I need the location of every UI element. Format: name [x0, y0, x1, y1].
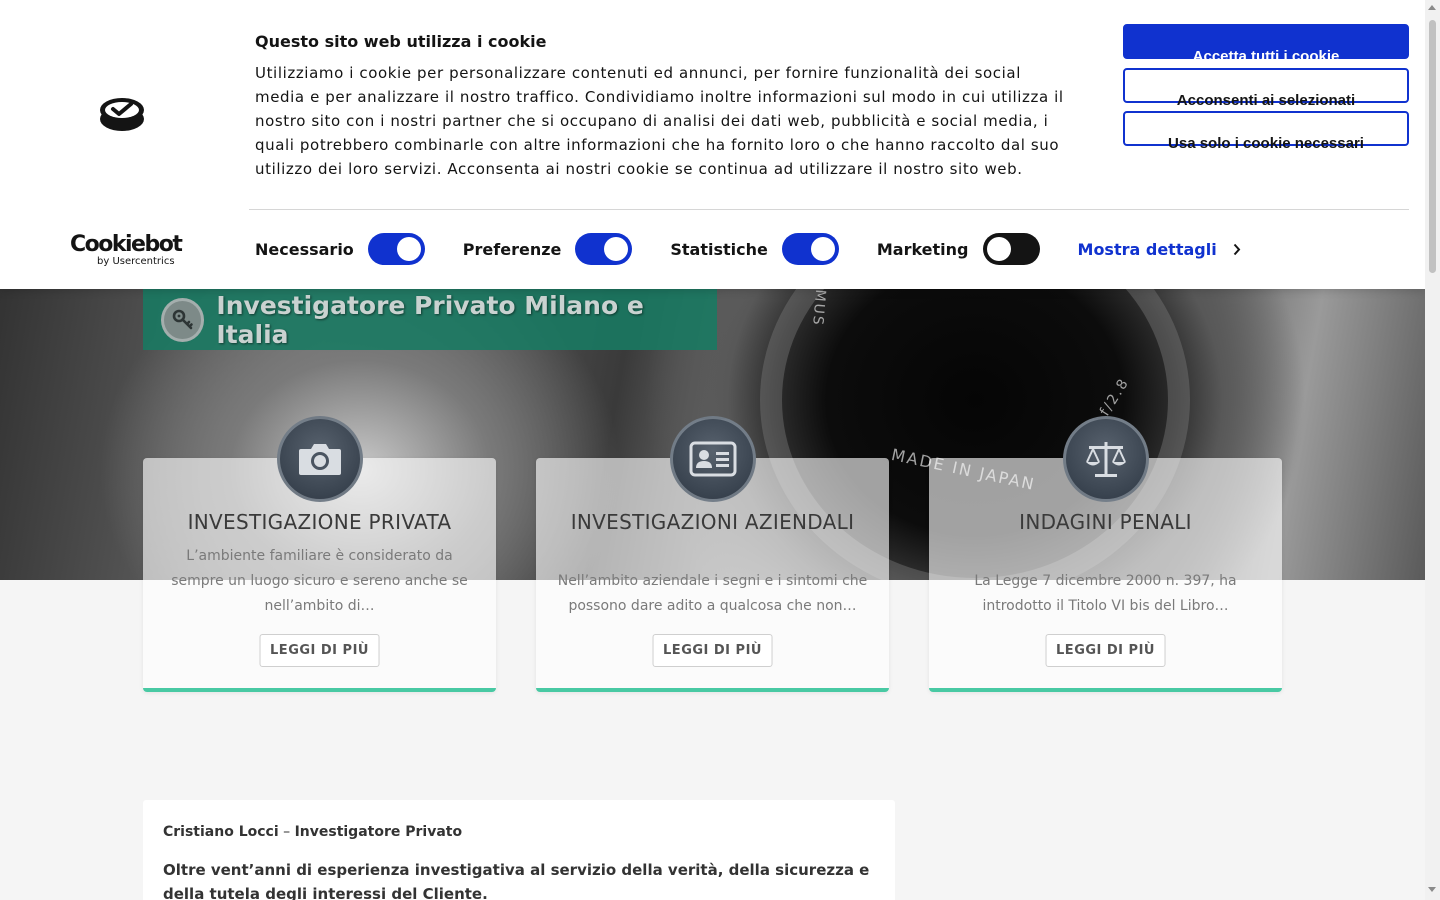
- cookie-description: Utilizziamo i cookie per personalizzare …: [255, 64, 1064, 178]
- toggle-label-preferenze: Preferenze: [462, 239, 562, 259]
- lens-engraving-brand: MUS: [809, 288, 829, 328]
- hero-title-banner: Investigatore Privato Milano e Italia: [143, 289, 717, 350]
- scales-icon: [1062, 416, 1149, 502]
- cookie-category-toggles: Necessario Preferenze Statistiche Market…: [255, 232, 1241, 266]
- author-role: Investigatore Privato: [294, 824, 463, 840]
- camera-icon: [276, 416, 363, 502]
- scroll-thumb[interactable]: [1429, 20, 1436, 273]
- necessary-only-button[interactable]: Usa solo i cookie necessari: [1123, 111, 1409, 152]
- toggle-marketing[interactable]: [982, 233, 1040, 265]
- button-label: Acconsenti ai selezionati: [1176, 92, 1356, 109]
- page-scrollbar[interactable]: [1425, 0, 1440, 900]
- divider: [249, 209, 1409, 210]
- toggle-label-statistiche: Statistiche: [670, 239, 768, 259]
- about-section: Cristiano Locci – Investigatore Privato …: [143, 800, 895, 900]
- chevron-right-icon: [1233, 243, 1241, 255]
- scroll-up-arrow-icon[interactable]: [1428, 5, 1436, 10]
- read-more-button[interactable]: LEGGI DI PIÙ: [259, 634, 380, 667]
- service-card-investigazioni-aziendali: INVESTIGAZIONI AZIENDALI Nell’ambito azi…: [536, 416, 889, 692]
- card-excerpt: L’ambiente familiare è considerato da se…: [171, 548, 468, 614]
- separator: –: [278, 824, 295, 840]
- read-more-button[interactable]: LEGGI DI PIÙ: [1045, 634, 1166, 667]
- author-name: Cristiano Locci: [163, 824, 279, 840]
- cookie-consent-banner: Cookiebot by Usercentrics Questo sito we…: [0, 0, 1425, 289]
- button-label: Accetta tutti i cookie: [1192, 48, 1340, 65]
- link-label: Mostra dettagli: [1077, 239, 1217, 259]
- page-title: Investigatore Privato Milano e Italia: [216, 290, 644, 349]
- scroll-down-arrow-icon[interactable]: [1428, 887, 1436, 892]
- about-heading: Cristiano Locci – Investigatore Privato: [163, 824, 875, 840]
- read-more-button[interactable]: LEGGI DI PIÙ: [652, 634, 773, 667]
- accept-selected-button[interactable]: Acconsenti ai selezionati: [1123, 68, 1409, 109]
- toggle-necessario[interactable]: [367, 233, 425, 265]
- card-excerpt: La Legge 7 dicembre 2000 n. 397, ha intr…: [974, 573, 1237, 614]
- card-excerpt: Nell’ambito aziendale i segni e i sintom…: [557, 573, 868, 614]
- accept-all-button[interactable]: Accetta tutti i cookie: [1123, 24, 1409, 65]
- brand-name: Cookiebot: [70, 232, 183, 257]
- toggle-label-marketing: Marketing: [876, 239, 969, 259]
- toggle-label-necessario: Necessario: [255, 239, 354, 259]
- show-details-link[interactable]: Mostra dettagli: [1078, 240, 1241, 259]
- card-title: INDAGINI PENALI: [1019, 510, 1192, 534]
- card-title: INVESTIGAZIONE PRIVATA: [187, 510, 452, 534]
- service-card-investigazione-privata: INVESTIGAZIONE PRIVATA L’ambiente famili…: [143, 416, 496, 692]
- about-tagline: Oltre vent’anni di esperienza investigat…: [163, 861, 870, 900]
- toggle-preferenze[interactable]: [575, 233, 633, 265]
- card-title: INVESTIGAZIONI AZIENDALI: [570, 510, 855, 534]
- id-card-icon: [669, 416, 756, 502]
- button-label: Usa solo i cookie necessari: [1168, 135, 1364, 152]
- cookiebot-logo-icon: [98, 95, 146, 137]
- cookie-heading: Questo sito web utilizza i cookie: [255, 32, 547, 51]
- key-icon: [161, 297, 205, 342]
- service-card-indagini-penali: INDAGINI PENALI La Legge 7 dicembre 2000…: [929, 416, 1282, 692]
- cookiebot-brand[interactable]: Cookiebot by Usercentrics: [70, 232, 183, 268]
- brand-subtitle: by Usercentrics: [97, 256, 175, 267]
- toggle-statistiche[interactable]: [781, 233, 839, 265]
